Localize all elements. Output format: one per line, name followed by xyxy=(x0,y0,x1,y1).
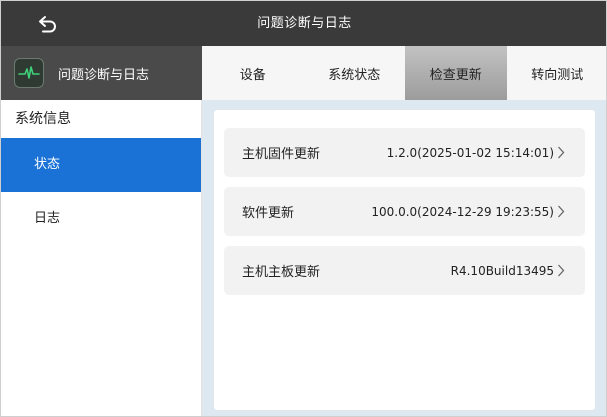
update-row-label: 主机固件更新 xyxy=(242,147,321,162)
update-row-software[interactable]: 软件更新 100.0.0(2024-12-29 19:23:55) xyxy=(224,187,585,236)
app-window: 问题诊断与日志 问题诊断与日志 设备 系统状态 检查更新 转向测试 系统信息 状… xyxy=(0,0,607,417)
updates-panel: 主机固件更新 1.2.0(2025-01-02 15:14:01) 软件更新 1… xyxy=(214,110,595,410)
tab-device[interactable]: 设备 xyxy=(202,46,304,100)
update-row-label: 主机主板更新 xyxy=(242,265,321,280)
tab-steering-test[interactable]: 转向测试 xyxy=(507,46,607,100)
update-row-value: 100.0.0(2024-12-29 19:23:55) xyxy=(371,204,554,219)
tab-bar: 设备 系统状态 检查更新 转向测试 xyxy=(202,46,607,100)
update-row-right: 100.0.0(2024-12-29 19:23:55) xyxy=(371,205,567,219)
update-row-label: 软件更新 xyxy=(242,206,295,221)
sidebar: 系统信息 状态 日志 xyxy=(1,100,202,416)
update-row-right: 1.2.0(2025-01-02 15:14:01) xyxy=(387,146,567,160)
sidebar-item-status[interactable]: 状态 xyxy=(1,138,201,192)
heartbeat-icon xyxy=(18,66,40,79)
update-row-host-firmware[interactable]: 主机固件更新 1.2.0(2025-01-02 15:14:01) xyxy=(224,128,585,177)
update-row-mainboard[interactable]: 主机主板更新 R4.10Build13495 xyxy=(224,246,585,295)
app-title: 问题诊断与日志 xyxy=(58,67,150,83)
sidebar-heading: 系统信息 xyxy=(15,111,71,127)
tab-system-status[interactable]: 系统状态 xyxy=(304,46,406,100)
update-row-right: R4.10Build13495 xyxy=(451,264,567,278)
app-header: 问题诊断与日志 xyxy=(1,46,202,100)
sidebar-item-logs[interactable]: 日志 xyxy=(1,192,201,246)
chevron-right-icon xyxy=(557,205,567,219)
chevron-right-icon xyxy=(557,264,567,278)
title-bar: 问题诊断与日志 xyxy=(1,1,606,46)
update-row-value: 1.2.0(2025-01-02 15:14:01) xyxy=(386,145,554,160)
update-row-value: R4.10Build13495 xyxy=(450,263,554,278)
tab-check-updates[interactable]: 检查更新 xyxy=(405,46,507,100)
diagnostics-app-icon xyxy=(14,58,44,88)
main-content: 主机固件更新 1.2.0(2025-01-02 15:14:01) 软件更新 1… xyxy=(202,100,606,416)
page-title: 问题诊断与日志 xyxy=(257,16,352,31)
chevron-right-icon xyxy=(557,146,567,160)
